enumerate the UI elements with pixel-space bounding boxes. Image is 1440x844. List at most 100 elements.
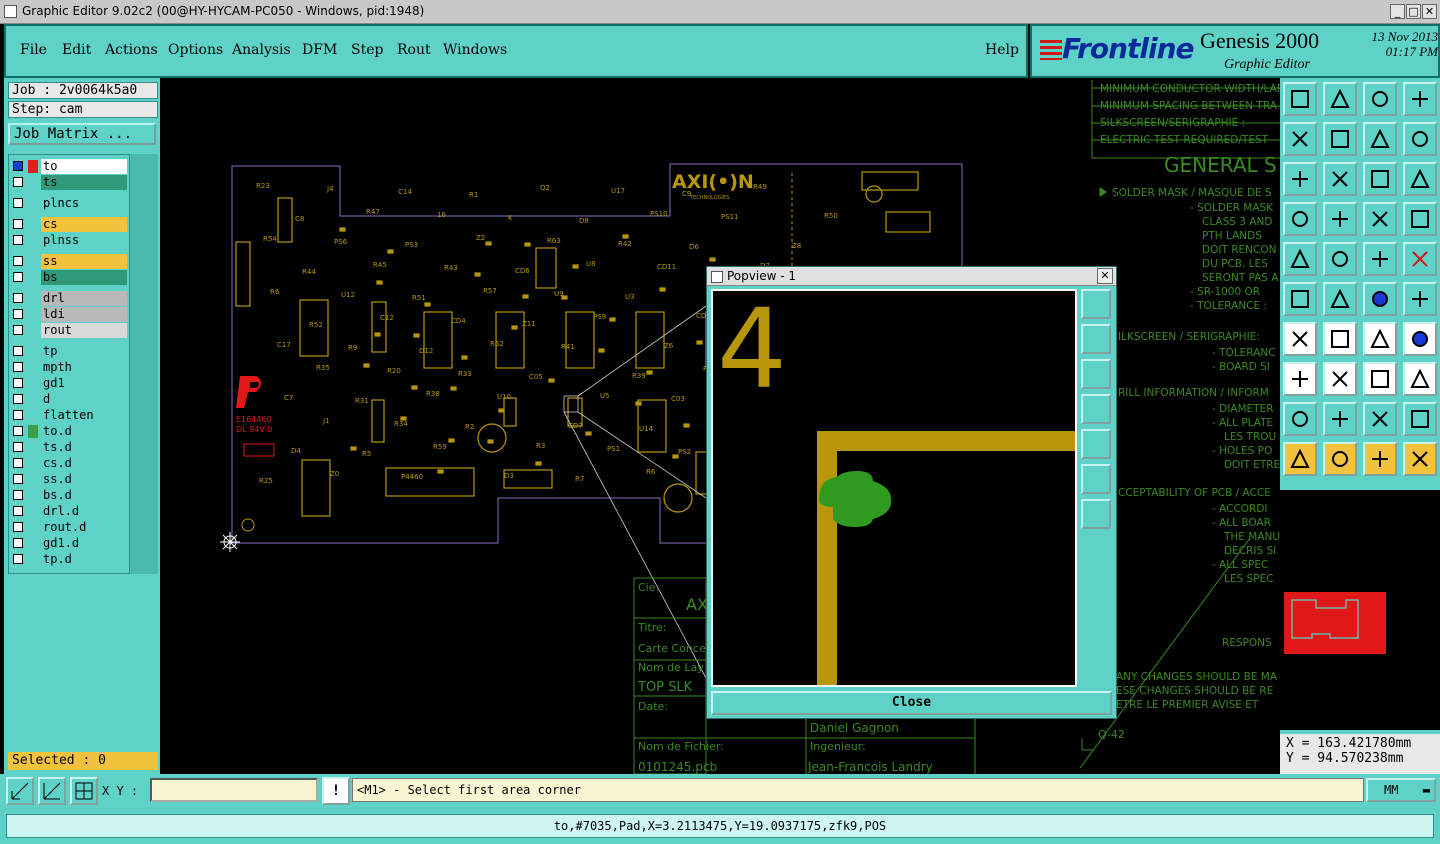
layer-checkbox[interactable] bbox=[13, 161, 23, 171]
layer-checkbox[interactable] bbox=[13, 325, 23, 335]
layer-row-tp[interactable]: tp bbox=[11, 344, 129, 359]
center-button[interactable] bbox=[1323, 162, 1357, 196]
board-overview[interactable] bbox=[1280, 490, 1440, 730]
window-button[interactable] bbox=[1403, 82, 1437, 116]
layer-checkbox[interactable] bbox=[13, 474, 23, 484]
angle-button[interactable] bbox=[1283, 322, 1317, 356]
align-button[interactable] bbox=[1363, 362, 1397, 396]
layer-row-cs-d[interactable]: cs.d bbox=[11, 456, 129, 471]
arrow-up-button[interactable] bbox=[1283, 82, 1317, 116]
layer-row-tp-d[interactable]: tp.d bbox=[11, 552, 129, 567]
popview-pan-left-button[interactable] bbox=[1081, 394, 1111, 424]
popview-close-x[interactable]: ✕ bbox=[1097, 268, 1113, 284]
flip-button[interactable] bbox=[1403, 322, 1437, 356]
layer-checkbox[interactable] bbox=[13, 198, 23, 208]
snap-button[interactable] bbox=[1283, 362, 1317, 396]
units-select[interactable]: MM ▬ bbox=[1366, 778, 1436, 802]
layer-checkbox[interactable] bbox=[13, 346, 23, 356]
layer-row-plnss[interactable]: plnss bbox=[11, 233, 129, 248]
measure-button[interactable] bbox=[38, 777, 66, 805]
grid-button[interactable] bbox=[1323, 202, 1357, 236]
layer-row-drl-d[interactable]: drl.d bbox=[11, 504, 129, 519]
arrow-down-button[interactable] bbox=[1323, 82, 1357, 116]
arrow-right-button[interactable] bbox=[1323, 122, 1357, 156]
layer-checkbox[interactable] bbox=[13, 458, 23, 468]
menu-edit[interactable]: Edit bbox=[62, 42, 91, 58]
connect-red-button[interactable] bbox=[1403, 282, 1437, 316]
popview-fit-button[interactable] bbox=[1081, 464, 1111, 494]
layer-checkbox[interactable] bbox=[13, 235, 23, 245]
layer-checkbox[interactable] bbox=[13, 219, 23, 229]
layer-checkbox[interactable] bbox=[13, 506, 23, 516]
grid-button[interactable] bbox=[70, 777, 98, 805]
dash-button[interactable] bbox=[1323, 362, 1357, 396]
layer-checkbox[interactable] bbox=[13, 362, 23, 372]
layer-checkbox[interactable] bbox=[13, 490, 23, 500]
popview-zoom-button[interactable] bbox=[1081, 289, 1111, 319]
layer-checkbox[interactable] bbox=[13, 293, 23, 303]
menu-file[interactable]: File bbox=[20, 42, 47, 58]
line-button[interactable] bbox=[1323, 242, 1357, 276]
layer-list-scrollbar[interactable] bbox=[130, 154, 158, 574]
zoom-area-button[interactable] bbox=[6, 777, 34, 805]
layer-row-mpth[interactable]: mpth bbox=[11, 360, 129, 375]
triangle-b-button[interactable] bbox=[1363, 402, 1397, 436]
triangle-a-button[interactable] bbox=[1323, 402, 1357, 436]
pointer-c-button[interactable] bbox=[1363, 442, 1397, 476]
layer-row-ts-d[interactable]: ts.d bbox=[11, 440, 129, 455]
minimize-button[interactable]: _ bbox=[1390, 4, 1405, 19]
layer-row-drl[interactable]: drl bbox=[11, 291, 129, 306]
layer-row-d[interactable]: d bbox=[11, 392, 129, 407]
pad-button[interactable] bbox=[1283, 242, 1317, 276]
layer-checkbox[interactable] bbox=[13, 378, 23, 388]
pointer-button[interactable] bbox=[1283, 442, 1317, 476]
rotate-button[interactable] bbox=[1363, 122, 1397, 156]
layer-checkbox[interactable] bbox=[13, 538, 23, 548]
layer-checkbox[interactable] bbox=[13, 256, 23, 266]
layer-delete-button[interactable] bbox=[1403, 202, 1437, 236]
arc-button[interactable] bbox=[1363, 322, 1397, 356]
layer-row-ss-d[interactable]: ss.d bbox=[11, 472, 129, 487]
scale-button[interactable] bbox=[1363, 162, 1397, 196]
slash-button[interactable] bbox=[1323, 322, 1357, 356]
pointer-b-button[interactable] bbox=[1323, 442, 1357, 476]
layer-checkbox[interactable] bbox=[13, 309, 23, 319]
layer-checkbox[interactable] bbox=[13, 442, 23, 452]
layer-checkbox[interactable] bbox=[13, 426, 23, 436]
layer-checkbox[interactable] bbox=[13, 554, 23, 564]
layer-row-bs-d[interactable]: bs.d bbox=[11, 488, 129, 503]
menu-rout[interactable]: Rout bbox=[397, 42, 431, 58]
xy-input[interactable] bbox=[150, 778, 318, 802]
circle-button[interactable] bbox=[1403, 242, 1437, 276]
layer-checkbox[interactable] bbox=[13, 394, 23, 404]
popview-pan-up-button[interactable] bbox=[1081, 324, 1111, 354]
layer-row-bs[interactable]: bs bbox=[11, 270, 129, 285]
menu-options[interactable]: Options bbox=[168, 42, 223, 58]
arrow-left-button[interactable] bbox=[1283, 122, 1317, 156]
help-button[interactable] bbox=[1403, 162, 1437, 196]
layer-checkbox[interactable] bbox=[13, 410, 23, 420]
layer-row-cs[interactable]: cs bbox=[11, 217, 129, 232]
alert-icon[interactable]: ! bbox=[322, 777, 350, 805]
menu-dfm[interactable]: DFM bbox=[302, 42, 337, 58]
route-button[interactable] bbox=[1403, 442, 1437, 476]
layer-checkbox[interactable] bbox=[13, 272, 23, 282]
ruler-button[interactable] bbox=[1363, 242, 1397, 276]
job-matrix-button[interactable]: Job Matrix ... bbox=[8, 123, 156, 145]
menu-step[interactable]: Step bbox=[351, 42, 383, 58]
triangle-c-button[interactable] bbox=[1403, 402, 1437, 436]
fit-screen-button[interactable] bbox=[1283, 162, 1317, 196]
layer-row-ldi[interactable]: ldi bbox=[11, 307, 129, 322]
layer-row-rout[interactable]: rout bbox=[11, 323, 129, 338]
triangle-button[interactable] bbox=[1283, 402, 1317, 436]
menu-help[interactable]: Help bbox=[985, 42, 1019, 58]
connect-button[interactable] bbox=[1363, 282, 1397, 316]
wrench-button[interactable] bbox=[1283, 202, 1317, 236]
layer-row-to-d[interactable]: to.d bbox=[11, 424, 129, 439]
layer-row-plncs[interactable]: plncs bbox=[11, 196, 129, 211]
menu-actions[interactable]: Actions bbox=[105, 42, 158, 58]
popview-center-button[interactable] bbox=[1081, 499, 1111, 529]
layer-select-button[interactable] bbox=[1363, 202, 1397, 236]
maximize-button[interactable]: □ bbox=[1406, 4, 1421, 19]
popview-pan-right-button[interactable] bbox=[1081, 429, 1111, 459]
